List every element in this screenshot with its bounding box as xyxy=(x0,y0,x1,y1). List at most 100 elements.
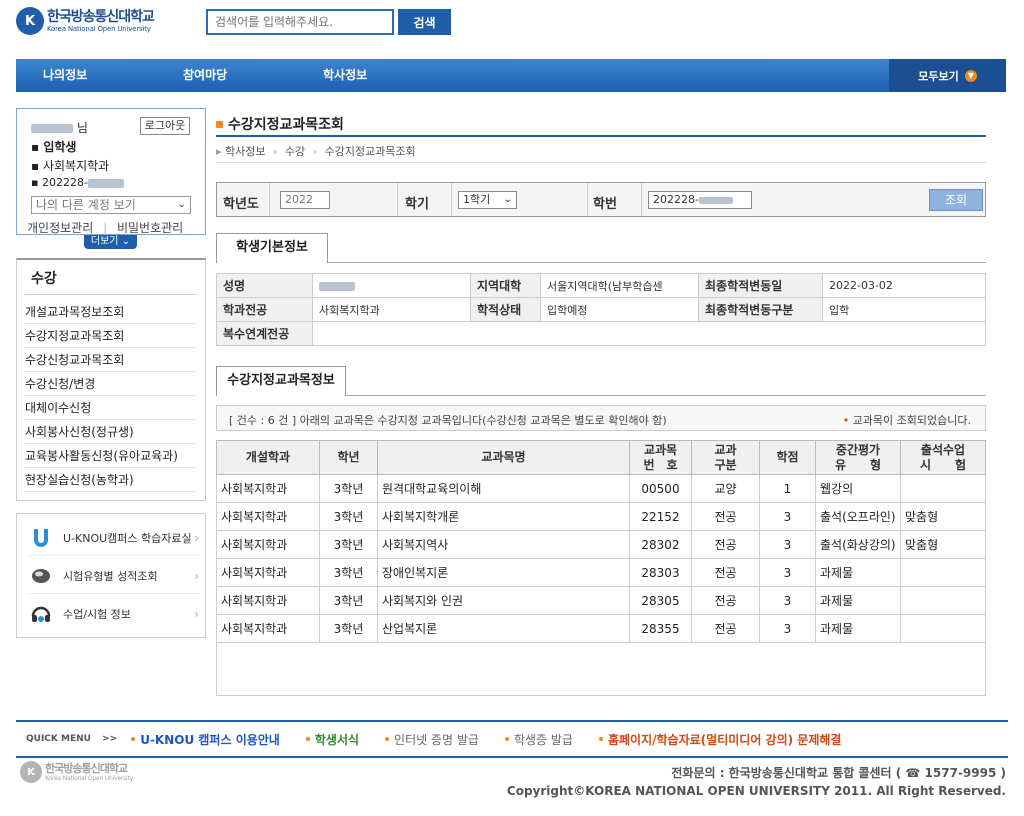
cell-course-number: 00500 xyxy=(629,474,692,503)
double-major-label-cell: 복수연계전공 xyxy=(216,321,313,346)
cell-department: 사회복지학과 xyxy=(216,474,320,503)
status-value-cell: 입학예정 xyxy=(540,297,699,322)
tab-underline xyxy=(328,262,986,263)
course-table: 개설학과 학년 교과목명 교과목 번 호 교과 구분 학점 중간평가 유 형 출… xyxy=(216,440,986,643)
quickmenu-student-card[interactable]: 학생증 발급 xyxy=(504,731,573,748)
menu-item-social-service[interactable]: 사회봉사신청(정규생) xyxy=(25,420,197,444)
last-change-date-label-cell: 최종학적변동일 xyxy=(698,273,823,298)
status-message-text: 교과목이 조회되었습니다. xyxy=(852,414,971,427)
name-label-cell: 성명 xyxy=(216,273,313,298)
student-info-table: 성명 지역대학 서울지역대학(남부학습센 최종학적변동일 2022-03-02 … xyxy=(216,273,986,346)
logo-english-name: Korea National Open University xyxy=(47,24,151,33)
menu-item-education-service[interactable]: 교육봉사활동신청(유아교육과) xyxy=(25,444,197,468)
quick-menu-label: QUICK MENU >> xyxy=(26,734,117,744)
quicklink-ukno-materials[interactable]: U-KNOU캠퍼스 학습자료실 › xyxy=(29,520,199,556)
course-table-header: 개설학과 학년 교과목명 교과목 번 호 교과 구분 학점 중간평가 유 형 출… xyxy=(216,440,986,475)
table-row[interactable]: 사회복지학과 3학년 산업복지론 28355 전공 3 과제물 xyxy=(216,614,986,643)
more-button[interactable]: 더보기 ⌄ xyxy=(84,235,137,249)
quickmenu-troubleshoot[interactable]: 홈페이지/학습자료(멀티미디어 강의) 문제해결 xyxy=(598,731,841,748)
view-all-button[interactable]: 모두보기 ▼ xyxy=(889,59,1006,92)
bullet-icon xyxy=(131,737,136,741)
semester-select[interactable]: 1학기 ⌄ xyxy=(458,191,517,209)
footer-logo: K 한국방송통신대학교 Korea National Open Universi… xyxy=(20,760,170,784)
cell-credits: 3 xyxy=(759,614,816,643)
chevron-right-icon: › xyxy=(194,607,199,621)
inquiry-button[interactable]: 조회 xyxy=(929,189,983,211)
other-account-select[interactable]: 나의 다른 계정 보기 ⌄ xyxy=(31,196,191,214)
breadcrumb-separator-icon: › xyxy=(312,145,318,158)
logo-korean-name: 한국방송통신대학교 xyxy=(47,8,155,25)
user-department-text: 사회복지학과 xyxy=(42,159,110,173)
search-input[interactable] xyxy=(206,9,394,35)
quickmenu-certificate[interactable]: 인터넷 증명 발급 xyxy=(385,731,479,748)
cell-midterm-type: 출석(오프라인) xyxy=(815,502,901,531)
cell-credits: 3 xyxy=(759,586,816,615)
breadcrumb-separator-icon: › xyxy=(273,145,278,158)
quickmenu-campus-guide[interactable]: U-KNOU 캠퍼스 이용안내 xyxy=(131,731,280,748)
breadcrumb-item[interactable]: 학사정보 xyxy=(225,145,265,158)
cell-credits: 3 xyxy=(759,530,816,559)
menu-item-course-info[interactable]: 개설교과목정보조회 xyxy=(25,300,197,324)
bullet-icon xyxy=(385,737,390,741)
footer-logo-english: Korea National Open University xyxy=(45,774,134,782)
name-suffix: 님 xyxy=(76,121,88,135)
last-change-date-value-cell: 2022-03-02 xyxy=(822,273,986,298)
bullet-icon xyxy=(305,737,310,741)
search-divider xyxy=(587,183,588,216)
quickmenu-student-forms[interactable]: 학생서식 xyxy=(305,731,359,748)
tab-underline xyxy=(346,395,986,396)
quicklink-grade-inquiry[interactable]: 시험유형별 성적조회 › xyxy=(29,558,199,594)
cell-course-type: 전공 xyxy=(691,586,760,615)
cell-grade: 3학년 xyxy=(319,474,378,503)
tab-assigned-course-info[interactable]: 수강지정교과목정보 xyxy=(216,366,346,396)
breadcrumb-item[interactable]: 수강 xyxy=(285,145,305,158)
nav-item-academic[interactable]: 학사정보 xyxy=(323,59,367,92)
chevron-right-icon: › xyxy=(194,568,199,583)
university-logo[interactable]: K 한국방송통신대학교 Korea National Open Universi… xyxy=(16,6,194,36)
bullet-icon xyxy=(504,737,509,741)
mouse-icon xyxy=(29,564,53,588)
user-box: 님 로그아웃 ▪ 입학생 ▪ 사회복지학과 ▪ 202228- 나의 다른 계정… xyxy=(16,108,206,235)
nav-item-my-info[interactable]: 나의정보 xyxy=(43,59,87,92)
nav-item-participation[interactable]: 참여마당 xyxy=(183,59,227,92)
inquiry-search-bar: 학년도 2022 학기 1학기 ⌄ 학번 202228- 조회 xyxy=(216,182,986,217)
footer-contact: 전화문의 : 한국방송통신대학교 통합 콜센터 ( ☎ 1577-9995 ) xyxy=(671,766,1006,780)
status-message: • 교과목이 조회되었습니다. xyxy=(843,412,971,428)
cell-attendance-exam: 맞춤형 xyxy=(900,530,986,559)
double-arrow-icon: >> xyxy=(102,734,118,744)
year-input[interactable]: 2022 xyxy=(280,191,330,209)
table-row[interactable]: 사회복지학과 3학년 사회복지와 인권 28305 전공 3 과제물 xyxy=(216,586,986,615)
quicklink-class-exam-info[interactable]: 수업/시험 정보 › xyxy=(29,596,199,632)
cell-credits: 3 xyxy=(759,558,816,587)
search-button[interactable]: 검색 xyxy=(398,9,451,35)
table-row[interactable]: 사회복지학과 3학년 사회복지역사 28302 전공 3 출석(화상강의) 맞춤… xyxy=(216,530,986,559)
cell-department: 사회복지학과 xyxy=(216,614,320,643)
chevron-down-icon: ▼ xyxy=(964,69,977,82)
side-menu-title: 수강 xyxy=(31,271,57,287)
cell-attendance-exam xyxy=(900,474,986,503)
student-id-label: 학번 xyxy=(593,197,617,212)
double-major-value-cell xyxy=(312,321,986,346)
user-status: ▪ 입학생 xyxy=(31,140,77,154)
menu-item-assigned-courses[interactable]: 수강지정교과목조회 xyxy=(25,324,197,348)
menu-item-registration-change[interactable]: 수강신청/변경 xyxy=(25,372,197,396)
user-links: 개인정보관리 | 비밀번호관리 xyxy=(27,219,197,236)
password-link[interactable]: 비밀번호관리 xyxy=(117,221,183,235)
menu-item-registered-courses[interactable]: 수강신청교과목조회 xyxy=(25,348,197,372)
masked-name xyxy=(31,124,73,133)
tab-student-basic-info[interactable]: 학생기본정보 xyxy=(216,233,328,263)
table-row[interactable]: 사회복지학과 3학년 원격대학교육의이해 00500 교양 1 웹강의 xyxy=(216,474,986,503)
menu-item-field-practice[interactable]: 현장실습신청(농학과) xyxy=(25,468,197,492)
table-row[interactable]: 사회복지학과 3학년 장애인복지론 28303 전공 3 과제물 xyxy=(216,558,986,587)
menu-item-substitute[interactable]: 대체이수신청 xyxy=(25,396,197,420)
logout-button[interactable]: 로그아웃 xyxy=(140,117,190,135)
table-row[interactable]: 사회복지학과 3학년 사회복지학개론 22152 전공 3 출석(오프라인) 맞… xyxy=(216,502,986,531)
footer-copyright: Copyright©KOREA NATIONAL OPEN UNIVERSITY… xyxy=(506,784,1006,798)
student-id-input[interactable]: 202228- xyxy=(648,191,752,209)
cell-credits: 3 xyxy=(759,502,816,531)
last-change-type-value-cell: 입학 xyxy=(822,297,986,322)
personal-info-link[interactable]: 개인정보관리 xyxy=(27,221,93,235)
col-department: 개설학과 xyxy=(216,440,320,475)
cell-grade: 3학년 xyxy=(319,530,378,559)
breadcrumb-arrow-icon: ▸ xyxy=(216,145,222,158)
